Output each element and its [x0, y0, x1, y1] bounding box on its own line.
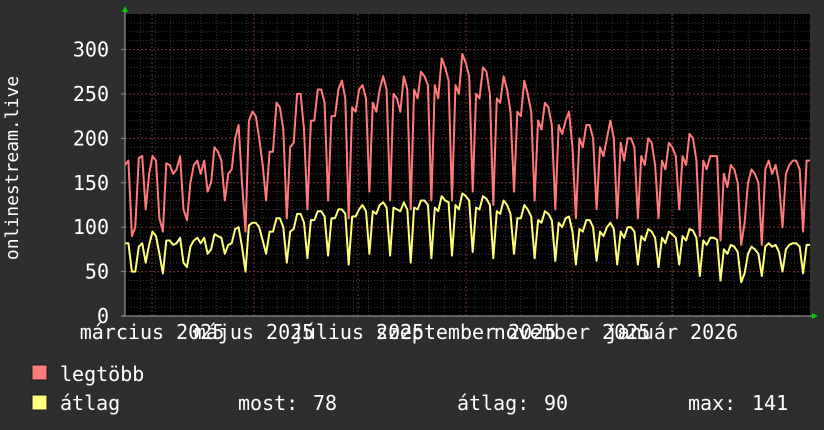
legend-label-atlag: átlag	[60, 391, 120, 415]
y-tick-label: 200	[73, 126, 109, 150]
stat-now-label: most:	[238, 391, 298, 415]
stat-now-value: 78	[313, 391, 337, 415]
legend-label-legtobb: legtöbb	[60, 362, 144, 386]
y-tick-label: 250	[73, 82, 109, 106]
y-tick-label: 300	[73, 38, 109, 62]
y-tick-label: 50	[85, 260, 109, 284]
stat-max-value: 141	[752, 391, 788, 415]
x-tick-label: január 2026	[606, 320, 738, 344]
stat-avg-value: 90	[544, 391, 568, 415]
legend-swatch-atlag	[31, 394, 48, 411]
y-axis-label: onlinestream.live	[2, 76, 23, 260]
stat-max-label: max:	[688, 391, 736, 415]
plot-area: 050100150200250300március 2025május 2025…	[73, 6, 818, 344]
stats: most: 78 átlag: 90 max: 141	[238, 391, 788, 415]
y-tick-label: 100	[73, 215, 109, 239]
y-tick-label: 150	[73, 171, 109, 195]
chart: 050100150200250300március 2025május 2025…	[0, 0, 824, 430]
legend-swatch-legtobb	[31, 364, 48, 381]
stat-avg-label: átlag:	[457, 391, 529, 415]
